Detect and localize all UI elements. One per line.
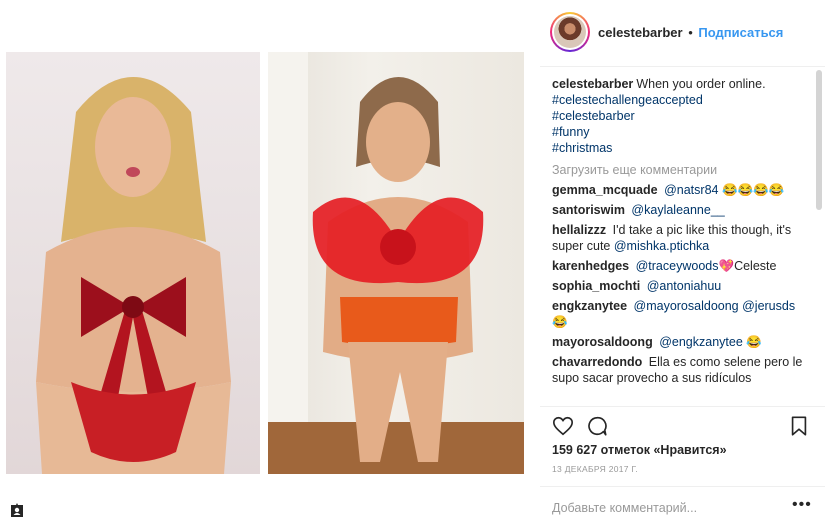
comment-item: engkzanytee @mayorosaldoong @jerusds 😂 — [552, 298, 808, 330]
lips-shape — [126, 167, 140, 177]
comment-username[interactable]: sophia_mochti — [552, 279, 640, 293]
comment-item: sophia_mochti @antoniahuu — [552, 278, 808, 294]
avatar-image — [554, 16, 586, 48]
comment-username[interactable]: santoriswim — [552, 203, 625, 217]
comment-text: Celeste — [734, 259, 777, 273]
comment-mention[interactable]: @engkzanytee — [659, 335, 743, 349]
model-figure — [36, 77, 231, 474]
bow-center — [380, 229, 416, 265]
post-photo-right — [268, 52, 524, 474]
header-username[interactable]: celestebarber — [598, 25, 683, 40]
comment-mention[interactable]: @kaylaleanne__ — [631, 203, 724, 217]
header-text: celestebarber • Подписаться — [598, 25, 783, 40]
caption-text: When you order online. — [636, 77, 766, 91]
orange-underwear — [340, 297, 458, 347]
sparkling-heart-icon: 💖 — [718, 259, 735, 273]
laughing-emoji-icon: 😂 — [746, 335, 762, 349]
comment-username[interactable]: gemma_mcquade — [552, 183, 658, 197]
post-header: celestebarber • Подписаться — [540, 0, 825, 67]
comment-icon[interactable] — [586, 415, 608, 437]
comment-username[interactable]: karenhedges — [552, 259, 629, 273]
load-more-comments-link[interactable]: Загрузить еще комментарии — [552, 162, 808, 178]
comment-username[interactable]: chavarredondo — [552, 355, 642, 369]
comments-list: celestebarber When you order online. #cel… — [552, 76, 808, 406]
header-separator: • — [688, 25, 693, 40]
comment-mention[interactable]: @antoniahuu — [647, 279, 722, 293]
post-side-panel: celestebarber • Подписаться celestebarbe… — [540, 0, 825, 530]
user-tag-icon[interactable] — [9, 502, 25, 518]
comment-item: mayorosaldoong @engkzanytee 😂 — [552, 334, 808, 350]
comment-username[interactable]: mayorosaldoong — [552, 335, 653, 349]
comment-mention[interactable]: @natsr84 — [664, 183, 718, 197]
bookmark-icon[interactable] — [788, 415, 810, 437]
post-actions — [540, 406, 825, 437]
heart-icon[interactable] — [552, 415, 574, 437]
post-date[interactable]: 13 ДЕКАБРЯ 2017 Г. — [552, 464, 638, 474]
bow-knot — [122, 296, 144, 318]
likes-count[interactable]: 159 627 отметок «Нравится» — [552, 443, 727, 457]
add-comment-input[interactable] — [552, 501, 772, 515]
avatar[interactable] — [552, 14, 588, 50]
face-shape — [95, 97, 171, 197]
follow-button[interactable]: Подписаться — [698, 25, 783, 40]
hashtag-link[interactable]: #christmas — [552, 140, 808, 156]
face-shape — [366, 102, 430, 182]
hashtag-link[interactable]: #celestechallengeaccepted — [552, 92, 808, 108]
comment-item: gemma_mcquade @natsr84 😂😂😂😂 — [552, 182, 808, 198]
hashtag-link[interactable]: #celestebarber — [552, 108, 808, 124]
comment-item: santoriswim @kaylaleanne__ — [552, 202, 808, 218]
add-comment-bar: ••• — [540, 486, 825, 531]
comment-item: karenhedges @traceywoods💖Celeste — [552, 258, 808, 274]
comment-item: hellalizzz I'd take a pic like this thou… — [552, 222, 808, 254]
wooden-floor — [268, 422, 524, 474]
laughing-emoji-icon: 😂😂😂😂 — [721, 183, 785, 197]
caption: celestebarber When you order online. #cel… — [552, 76, 808, 156]
comment-username[interactable]: engkzanytee — [552, 299, 627, 313]
post-photo-left — [6, 52, 260, 474]
comment-mention[interactable]: @mishka.ptichka — [614, 239, 709, 253]
comment-username[interactable]: hellalizzz — [552, 223, 606, 237]
post-photo-area[interactable] — [0, 0, 540, 530]
comment-item: chavarredondo Ella es como selene pero l… — [552, 354, 808, 386]
hashtag-link[interactable]: #funny — [552, 124, 808, 140]
caption-username[interactable]: celestebarber — [552, 77, 633, 91]
story-ring[interactable] — [550, 12, 590, 52]
laughing-emoji-icon: 😂 — [552, 315, 568, 329]
door-frame — [268, 52, 308, 474]
woman-figure — [268, 52, 524, 474]
comments-scrollbar[interactable] — [816, 70, 822, 210]
more-options-button[interactable]: ••• — [792, 496, 812, 514]
comment-mention[interactable]: @mayorosaldoong @jerusds — [634, 299, 796, 313]
comment-mention[interactable]: @traceywoods — [636, 259, 719, 273]
